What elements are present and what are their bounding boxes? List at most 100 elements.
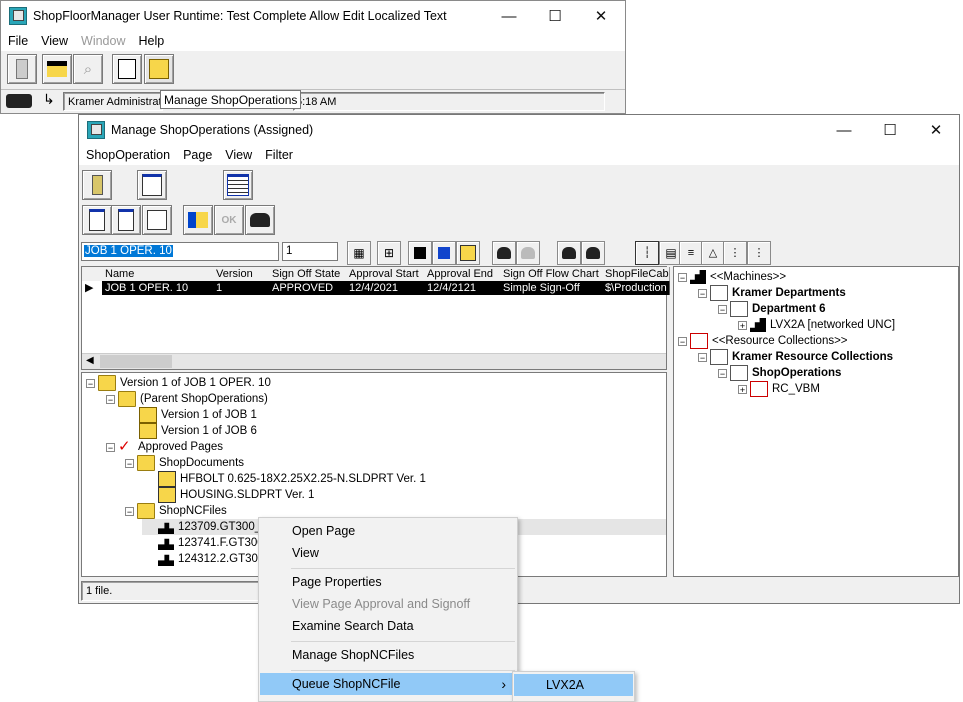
tree-node-shopncfiles[interactable]: − ShopNCFiles	[125, 503, 227, 519]
menu-item-view-page-approval[interactable]: View Page Approval and Signoff	[260, 593, 516, 615]
maximize-button[interactable]: ☐	[532, 1, 578, 31]
collapse-icon[interactable]: −	[718, 304, 727, 314]
filter-black-button[interactable]	[408, 241, 432, 265]
main-title-bar[interactable]: ShopFloorManager User Runtime: Test Comp…	[1, 1, 625, 31]
user-disabled-button[interactable]	[516, 241, 540, 265]
menu-help[interactable]: Help	[132, 34, 171, 48]
scroll-thumb[interactable]	[100, 355, 172, 368]
new-page-red-button[interactable]	[82, 205, 112, 235]
menu-shopoperation[interactable]: ShopOperation	[79, 148, 176, 162]
print-pages-button[interactable]	[137, 170, 167, 200]
tree-node-parent-shopoperations[interactable]: − (Parent ShopOperations)	[106, 391, 268, 407]
collapse-icon[interactable]: −	[698, 352, 707, 362]
tree-node-lvx2a[interactable]: + LVX2A [networked UNC]	[738, 317, 895, 333]
column-header-sign-off-flow-chart[interactable]: Sign Off Flow Chart	[500, 267, 606, 281]
close-button[interactable]: ✕	[578, 1, 624, 31]
documents-button[interactable]	[112, 54, 142, 84]
menu-window[interactable]: Window	[74, 34, 131, 48]
expand-icon[interactable]: +	[738, 320, 747, 330]
page-export-button[interactable]	[142, 205, 172, 235]
menu-item-queue-shopncfile[interactable]: Queue ShopNCFile ›	[260, 673, 516, 695]
menu-item-examine-search-data[interactable]: Examine Search Data	[260, 615, 516, 637]
tree-layout-5-button[interactable]: ⋮	[723, 241, 747, 265]
tree-node-department-6[interactable]: − Department 6	[718, 301, 826, 317]
table-cell[interactable]: $\Production	[602, 281, 670, 295]
filter-blue-button[interactable]	[432, 241, 456, 265]
tree-view-button[interactable]: ⊞	[377, 241, 401, 265]
name-field[interactable]: JOB 1 OPER. 10	[81, 242, 279, 261]
tree-node-job1[interactable]: Version 1 of JOB 1	[139, 407, 257, 423]
people-button[interactable]	[245, 205, 275, 235]
tree-node-approved-pages[interactable]: − ✓ Approved Pages	[106, 439, 223, 455]
child-minimize-button[interactable]: —	[821, 115, 867, 145]
tree-node-rc-vbm[interactable]: + RC_VBM	[738, 381, 820, 397]
tree-node-nc-123741[interactable]: 123741.F.GT300	[158, 535, 264, 551]
table-cell[interactable]: 1	[213, 281, 273, 295]
tree-layout-3-button[interactable]: ≡	[679, 241, 703, 265]
tree-node-nc-123709[interactable]: 123709.GT300_1	[158, 519, 268, 535]
group-filter-2-button[interactable]	[581, 241, 605, 265]
tree-node-shopoperations[interactable]: − ShopOperations	[718, 365, 841, 381]
table-cell[interactable]: Simple Sign-Off	[500, 281, 606, 295]
column-header-approval-start[interactable]: Approval Start	[346, 267, 428, 281]
machines-button[interactable]	[42, 54, 72, 84]
collapse-icon[interactable]: −	[678, 336, 687, 346]
grid-horizontal-scrollbar[interactable]: ◀	[82, 353, 666, 369]
new-page-button[interactable]	[111, 205, 141, 235]
tree-node-hfbolt[interactable]: HFBOLT 0.625-18X2.25X2.25-N.SLDPRT Ver. …	[158, 471, 426, 487]
table-cell[interactable]: 12/4/2121	[424, 281, 504, 295]
user-filter-button[interactable]	[492, 241, 516, 265]
expand-icon[interactable]: +	[738, 384, 747, 394]
tree-node-shopdocuments[interactable]: − ShopDocuments	[125, 455, 244, 471]
submenu-item-lvx2a[interactable]: LVX2A	[514, 674, 633, 696]
column-header-approval-end[interactable]: Approval End	[424, 267, 504, 281]
manage-shopoperations-button[interactable]	[144, 54, 174, 84]
child-title-bar[interactable]: Manage ShopOperations (Assigned) — ☐ ✕	[79, 115, 959, 145]
tree-node-housing[interactable]: HOUSING.SLDPRT Ver. 1	[158, 487, 314, 503]
collapse-icon[interactable]: −	[678, 272, 687, 282]
column-header-shopfilecabinet[interactable]: ShopFileCabi	[602, 267, 670, 281]
collapse-icon[interactable]: −	[86, 378, 95, 388]
menu-item-view[interactable]: View	[260, 542, 516, 564]
table-cell[interactable]: 12/4/2021	[346, 281, 428, 295]
group-filter-button[interactable]	[557, 241, 581, 265]
ok-disabled-button[interactable]: OK	[214, 205, 244, 235]
menu-view[interactable]: View	[218, 148, 258, 162]
collapse-icon[interactable]: −	[106, 442, 115, 452]
tree-node-machines[interactable]: − <<Machines>>	[678, 269, 786, 285]
grid-view-button[interactable]: ▦	[347, 241, 371, 265]
version-field[interactable]: 1	[282, 242, 338, 261]
column-header-name[interactable]: Name	[102, 267, 217, 281]
table-cell[interactable]: APPROVED	[269, 281, 350, 295]
menu-item-open-page[interactable]: Open Page	[260, 520, 516, 542]
filter-yellow-button[interactable]	[456, 241, 480, 265]
menu-filter[interactable]: Filter	[258, 148, 299, 162]
table-cell[interactable]: JOB 1 OPER. 10	[102, 281, 217, 295]
menu-file[interactable]: File	[1, 34, 34, 48]
assign-machine-button[interactable]	[183, 205, 213, 235]
search-button[interactable]: ⌕	[73, 54, 103, 84]
child-maximize-button[interactable]: ☐	[867, 115, 913, 145]
column-header-sign-off-state[interactable]: Sign Off State	[269, 267, 350, 281]
tree-layout-6-button[interactable]: ⋮	[747, 241, 771, 265]
scroll-left-icon[interactable]: ◀	[86, 355, 94, 366]
exit-door-button[interactable]	[7, 54, 37, 84]
tree-node-version[interactable]: − Version 1 of JOB 1 OPER. 10	[86, 375, 271, 391]
tree-node-kramer-resource-collections[interactable]: − Kramer Resource Collections	[698, 349, 893, 365]
collapse-icon[interactable]: −	[125, 458, 134, 468]
collapse-icon[interactable]: −	[125, 506, 134, 516]
collapse-icon[interactable]: −	[106, 394, 115, 404]
menu-item-manage-shopncfiles[interactable]: Manage ShopNCFiles	[260, 644, 516, 666]
child-close-button[interactable]: ✕	[913, 115, 959, 145]
tree-node-job6[interactable]: Version 1 of JOB 6	[139, 423, 257, 439]
menu-item-page-properties[interactable]: Page Properties	[260, 571, 516, 593]
collapse-icon[interactable]: −	[698, 288, 707, 298]
menu-view[interactable]: View	[34, 34, 74, 48]
collapse-icon[interactable]: −	[718, 368, 727, 378]
close-shopoperation-button[interactable]	[82, 170, 112, 200]
minimize-button[interactable]: —	[486, 1, 532, 31]
tree-layout-1-button[interactable]: ┆	[635, 241, 659, 265]
menu-page[interactable]: Page	[176, 148, 218, 162]
tree-node-nc-124312[interactable]: 124312.2.GT300	[158, 551, 264, 567]
tree-layout-4-button[interactable]: △	[701, 241, 725, 265]
